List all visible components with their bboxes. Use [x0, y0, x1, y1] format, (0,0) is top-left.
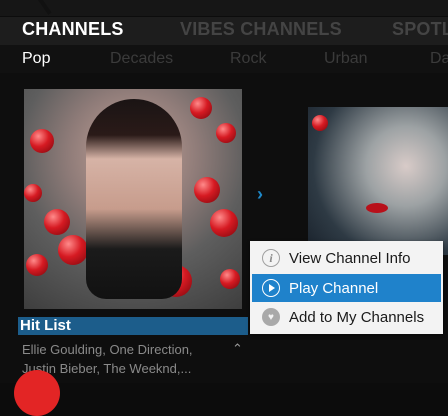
decor-ball — [216, 123, 236, 143]
decor-ball — [26, 254, 48, 276]
channel-description: Ellie Goulding, One Direction, Justin Bi… — [22, 340, 222, 378]
decor-ball — [58, 235, 88, 265]
description-line-1: Ellie Goulding, One Direction, — [22, 342, 193, 357]
tab-spotlight[interactable]: SPOTL — [392, 19, 448, 40]
main-tab-bar: CHANNELS VIBES CHANNELS SPOTL — [0, 17, 448, 45]
channel-context-menu: i View Channel Info Play Channel ♥ Add t… — [250, 241, 443, 334]
decor-ball — [24, 184, 42, 202]
decor-ball — [44, 209, 70, 235]
menu-item-label: Play Channel — [289, 279, 379, 297]
top-strip — [0, 0, 448, 16]
channel-artwork-next[interactable] — [308, 107, 448, 255]
info-icon: i — [262, 249, 280, 267]
genre-tab-decades[interactable]: Decades — [110, 50, 173, 68]
channel-artwork-hit-list[interactable] — [24, 89, 242, 309]
decor-ball — [30, 129, 54, 153]
red-badge — [14, 370, 60, 416]
tab-vibes-channels[interactable]: VIBES CHANNELS — [180, 19, 342, 40]
genre-tab-bar: Pop Decades Rock Urban Da — [0, 45, 448, 73]
menu-item-label: View Channel Info — [289, 249, 411, 267]
chevron-up-icon[interactable]: ⌃ — [232, 341, 243, 357]
genre-tab-pop[interactable]: Pop — [22, 50, 50, 68]
tab-channels[interactable]: CHANNELS — [22, 19, 124, 40]
decor-ball — [194, 177, 220, 203]
decor-ball — [190, 97, 212, 119]
decor-ball — [220, 269, 240, 289]
decor-ball — [210, 209, 238, 237]
decor-ball — [312, 115, 328, 131]
genre-tab-dance[interactable]: Da — [430, 50, 448, 68]
channel-title[interactable]: Hit List — [18, 317, 248, 335]
lips-detail — [366, 203, 388, 213]
menu-item-label: Add to My Channels — [289, 308, 425, 326]
carousel-next-icon[interactable]: › — [257, 184, 263, 205]
genre-tab-urban[interactable]: Urban — [324, 50, 368, 68]
genre-tab-rock[interactable]: Rock — [230, 50, 266, 68]
play-icon — [262, 279, 280, 297]
menu-item-play-channel[interactable]: Play Channel — [252, 274, 441, 302]
menu-item-add-to-my-channels[interactable]: ♥ Add to My Channels — [252, 303, 441, 331]
heart-icon: ♥ — [262, 308, 280, 326]
singer-figure — [86, 99, 182, 299]
menu-item-view-channel-info[interactable]: i View Channel Info — [252, 244, 441, 272]
